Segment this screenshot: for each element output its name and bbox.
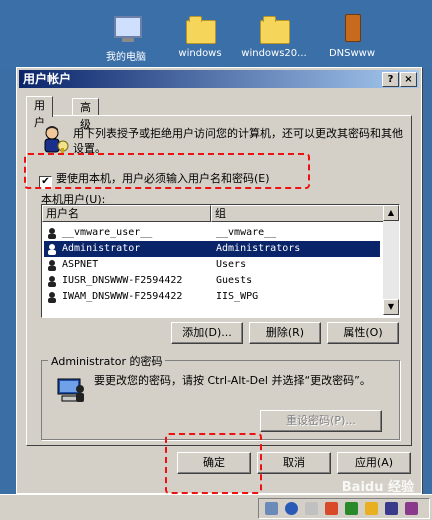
highlight-checkbox-annotation [24, 153, 310, 189]
remove-user-button[interactable]: 删除(R) [249, 322, 321, 344]
tray-app-icon[interactable] [405, 502, 418, 515]
user-list[interactable]: 用户名 组 __vmware_user__ __vmware__ Adminis… [41, 204, 400, 318]
scroll-up-button[interactable]: ▲ [383, 205, 399, 221]
user-accounts-dialog: 用户帐户 ? × 用户 高级 用下列表授予或拒绝用户访问您的计算机，还可以更改其… [16, 67, 422, 494]
username-cell: __vmware_user__ [62, 227, 153, 238]
tray-app-icon[interactable] [365, 502, 378, 515]
table-row-selected[interactable]: Administrator Administrators [44, 241, 380, 257]
user-icon [48, 244, 56, 255]
user-icon [48, 276, 56, 287]
password-group: Administrator 的密码 要更改您的密码，请按 Ctrl-Alt-De… [41, 353, 400, 440]
tab-advanced[interactable]: 高级 [72, 98, 99, 131]
password-instructions: 要更改您的密码，请按 Ctrl-Alt-Del 并选择“更改密码”。 [94, 374, 371, 387]
baidu-watermark: Baidu 经验 [341, 480, 414, 495]
desktop-icon-label: windows [178, 48, 222, 59]
help-button[interactable]: ? [382, 72, 399, 87]
close-button[interactable]: × [400, 72, 417, 87]
column-header-group[interactable]: 组 [211, 205, 384, 222]
desktop-icon-windows20[interactable]: windows20... [234, 14, 314, 59]
group-cell: __vmware__ [216, 227, 277, 238]
tray-app-icon[interactable] [345, 502, 358, 515]
dialog-titlebar[interactable]: 用户帐户 ? × [19, 70, 419, 88]
user-icon [48, 292, 56, 303]
user-icon [48, 260, 56, 271]
phone-icon [345, 14, 361, 42]
add-user-button[interactable]: 添加(D)... [171, 322, 243, 344]
username-cell: ASPNET [62, 259, 99, 270]
computer-user-icon [57, 378, 84, 402]
desktop-icon-windows[interactable]: windows [160, 14, 240, 59]
username-cell: IUSR_DNSWWW-F2594422 [62, 275, 183, 286]
taskbar [0, 494, 432, 520]
desktop-icon-label: windows20... [241, 48, 307, 59]
tray-app-icon[interactable] [325, 502, 338, 515]
properties-button[interactable]: 属性(O) [327, 322, 399, 344]
desktop: 我的电脑 windows windows20... DNSwww [0, 0, 432, 70]
scroll-down-button[interactable]: ▼ [383, 299, 399, 315]
highlight-ok-annotation [165, 433, 262, 494]
username-cell: Administrator [62, 243, 141, 254]
desktop-icon-label: DNSwww [328, 48, 376, 59]
folder-icon [260, 16, 290, 44]
tray-app-icon[interactable] [385, 502, 398, 515]
apply-button[interactable]: 应用(A) [337, 452, 411, 474]
help-icon[interactable] [285, 502, 298, 515]
group-cell: Users [216, 259, 247, 270]
user-icon [48, 228, 56, 239]
desktop-icon-label: 我的电脑 [106, 52, 146, 63]
desktop-icon-my-computer[interactable]: 我的电脑 [86, 14, 166, 63]
tab-users[interactable]: 用户 [26, 96, 53, 129]
system-tray [258, 498, 430, 519]
folder-icon [186, 16, 216, 44]
group-cell: Administrators [216, 243, 301, 254]
tray-app-icon[interactable] [305, 502, 318, 515]
group-cell: Guests [216, 275, 253, 286]
cancel-button[interactable]: 取消 [257, 452, 331, 474]
my-computer-icon [114, 16, 142, 42]
column-header-username[interactable]: 用户名 [42, 205, 211, 222]
group-cell: IIS_WPG [216, 291, 259, 302]
desktop-icon-dnswww[interactable]: DNSwww [312, 14, 392, 59]
info-text: 用下列表授予或拒绝用户访问您的计算机，还可以更改其密码和其他设置。 [73, 127, 403, 155]
users-icon [44, 126, 69, 154]
table-row[interactable]: __vmware_user__ __vmware__ [44, 225, 380, 241]
network-icon[interactable] [265, 502, 278, 515]
table-row[interactable]: IWAM_DNSWWW-F2594422 IIS_WPG [44, 289, 380, 305]
dialog-title: 用户帐户 [23, 72, 72, 86]
table-row[interactable]: IUSR_DNSWWW-F2594422 Guests [44, 273, 380, 289]
username-cell: IWAM_DNSWWW-F2594422 [62, 291, 183, 302]
password-group-legend: Administrator 的密码 [48, 353, 166, 369]
reset-password-button[interactable]: 重设密码(P)... [260, 410, 382, 432]
table-row[interactable]: ASPNET Users [44, 257, 380, 273]
vertical-scrollbar[interactable]: ▲ ▼ [383, 205, 399, 315]
